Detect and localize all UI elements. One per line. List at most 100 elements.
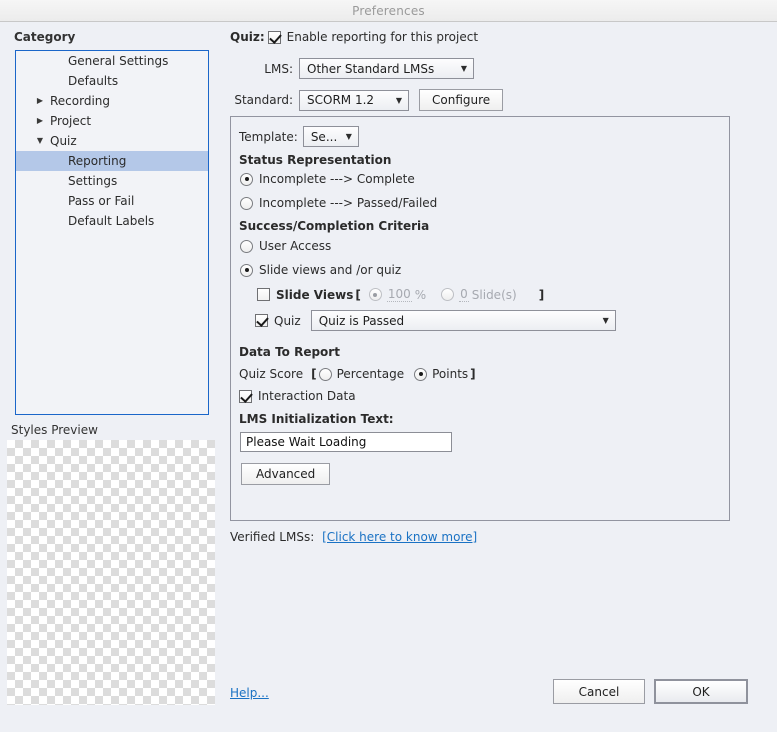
advanced-button[interactable]: Advanced	[241, 463, 331, 485]
sidebar-item-label: Defaults	[68, 74, 119, 88]
sidebar-item-defaults[interactable]: Defaults	[16, 71, 208, 91]
interaction-data-label: Interaction Data	[258, 389, 356, 403]
standard-label: Standard:	[234, 93, 293, 107]
sidebar-item-project[interactable]: Project	[16, 111, 208, 131]
template-row: Template: Se... ▼	[239, 126, 359, 147]
quiz-criteria-checkbox[interactable]	[255, 314, 268, 327]
sidebar-item-general-settings[interactable]: General Settings	[16, 51, 208, 71]
verified-lms-label: Verified LMSs:	[230, 530, 315, 544]
enable-reporting-checkbox[interactable]	[267, 30, 281, 44]
quiz-condition-value: Quiz is Passed	[318, 313, 405, 328]
quiz-score-row: Quiz Score [ Percentage Points ]	[239, 367, 478, 381]
template-select-value: Se...	[310, 129, 338, 144]
chevron-right-icon[interactable]	[34, 111, 46, 131]
quiz-criteria-label: Quiz	[274, 313, 301, 328]
interaction-data-checkbox[interactable]	[239, 389, 252, 403]
lms-init-text-label: LMS Initialization Text:	[239, 412, 394, 426]
sidebar-item-pass-or-fail[interactable]: Pass or Fail	[16, 191, 208, 211]
status-passed-failed-label: Incomplete ---> Passed/Failed	[259, 196, 438, 210]
sidebar-item-label: Pass or Fail	[68, 194, 135, 208]
user-access-radio[interactable]	[240, 239, 253, 253]
slide-views-checkbox[interactable]	[257, 288, 270, 301]
slides-input[interactable]: 0	[459, 287, 469, 302]
sidebar-item-label: Project	[50, 114, 92, 128]
template-select[interactable]: Se... ▼	[302, 126, 359, 147]
verified-lms-link[interactable]: [Click here to know more]	[322, 530, 477, 544]
slide-views-quiz-radio[interactable]	[240, 263, 253, 277]
quiz-prefix-label: Quiz:	[230, 30, 265, 44]
slide-views-label: Slide Views	[276, 287, 354, 302]
sidebar-item-recording[interactable]: Recording	[16, 91, 208, 111]
status-complete-radio[interactable]	[240, 172, 253, 186]
quiz-score-label: Quiz Score	[239, 367, 304, 381]
interaction-data-row: Interaction Data	[239, 389, 356, 403]
data-to-report-heading: Data To Report	[239, 345, 340, 359]
chevron-down-icon: ▼	[460, 64, 468, 73]
chevron-down-icon: ▼	[345, 132, 352, 141]
sidebar-item-reporting[interactable]: Reporting	[16, 151, 208, 171]
sidebar-item-label: Recording	[50, 94, 111, 108]
chevron-down-icon: ▼	[395, 95, 403, 105]
slide-views-quiz-label: Slide views and /or quiz	[259, 263, 402, 277]
status-representation-heading: Status Representation	[239, 153, 392, 167]
enable-reporting-label: Enable reporting for this project	[286, 30, 479, 44]
category-tree[interactable]: General Settings Defaults Recording Proj…	[15, 50, 209, 415]
standard-select-value: SCORM 1.2	[307, 93, 375, 107]
status-complete-label: Incomplete ---> Complete	[259, 172, 415, 186]
category-heading: Category	[14, 30, 76, 44]
quiz-condition-select[interactable]: Quiz is Passed ▼	[310, 310, 616, 331]
window-titlebar: Preferences	[0, 0, 777, 22]
status-passed-failed-option[interactable]: Incomplete ---> Passed/Failed	[240, 196, 437, 210]
lms-label: LMS:	[264, 61, 293, 76]
lms-row: LMS: Other Standard LMSs ▼	[230, 58, 474, 79]
bracket-close: ]	[538, 287, 545, 302]
chevron-down-icon: ▼	[602, 316, 609, 325]
slides-unit-label: Slide(s)	[471, 287, 517, 302]
percentage-radio[interactable]	[318, 367, 332, 381]
template-label: Template:	[239, 129, 298, 144]
quiz-criteria-row: Quiz Quiz is Passed ▼	[255, 310, 616, 331]
chevron-down-icon[interactable]	[34, 131, 46, 151]
window-title: Preferences	[352, 3, 425, 18]
styles-preview-heading: Styles Preview	[11, 423, 98, 437]
user-access-label: User Access	[259, 239, 332, 253]
lms-init-text-input[interactable]: Please Wait Loading	[240, 432, 452, 452]
standard-select[interactable]: SCORM 1.2 ▼	[299, 89, 409, 111]
percentage-label: Percentage	[336, 367, 405, 381]
sidebar-item-quiz[interactable]: Quiz	[16, 131, 208, 151]
configure-button[interactable]: Configure	[419, 89, 504, 111]
percent-radio[interactable]	[368, 288, 382, 301]
enable-reporting-row: Quiz: Enable reporting for this project	[230, 30, 478, 44]
bracket-close: ]	[470, 367, 476, 381]
sidebar-item-settings[interactable]: Settings	[16, 171, 208, 191]
slide-views-quiz-option[interactable]: Slide views and /or quiz	[240, 263, 401, 277]
points-radio[interactable]	[414, 367, 428, 381]
cancel-button[interactable]: Cancel	[553, 679, 645, 704]
sidebar-item-label: Reporting	[68, 154, 127, 168]
status-passed-failed-radio[interactable]	[240, 196, 253, 210]
percent-input[interactable]: 100	[386, 287, 412, 302]
bracket-open: [	[355, 287, 361, 302]
bracket-open: [	[311, 367, 317, 381]
sidebar-item-label: Default Labels	[68, 214, 155, 228]
success-criteria-heading: Success/Completion Criteria	[239, 219, 430, 233]
verified-lms-row: Verified LMSs: [Click here to know more]	[230, 530, 477, 544]
status-complete-option[interactable]: Incomplete ---> Complete	[240, 172, 415, 186]
lms-select[interactable]: Other Standard LMSs ▼	[299, 58, 474, 79]
reporting-options-panel: Template: Se... ▼ Status Representation …	[230, 116, 730, 521]
sidebar-item-label: Quiz	[50, 134, 77, 148]
ok-button[interactable]: OK	[654, 679, 748, 704]
chevron-right-icon[interactable]	[34, 91, 46, 111]
standard-row: Standard: SCORM 1.2 ▼ Configure	[230, 89, 504, 111]
slide-views-row: Slide Views [ 100 % 0 Slide(s) ]	[257, 287, 546, 302]
user-access-option[interactable]: User Access	[240, 239, 331, 253]
help-link[interactable]: Help...	[230, 686, 269, 700]
sidebar-item-label: General Settings	[68, 54, 169, 68]
styles-preview-canvas	[7, 440, 215, 705]
sidebar-item-default-labels[interactable]: Default Labels	[16, 211, 208, 231]
lms-init-text-value: Please Wait Loading	[246, 435, 367, 449]
points-label: Points	[432, 367, 469, 381]
lms-select-value: Other Standard LMSs	[307, 61, 435, 76]
sidebar-item-label: Settings	[68, 174, 118, 188]
slides-radio[interactable]	[441, 288, 455, 301]
